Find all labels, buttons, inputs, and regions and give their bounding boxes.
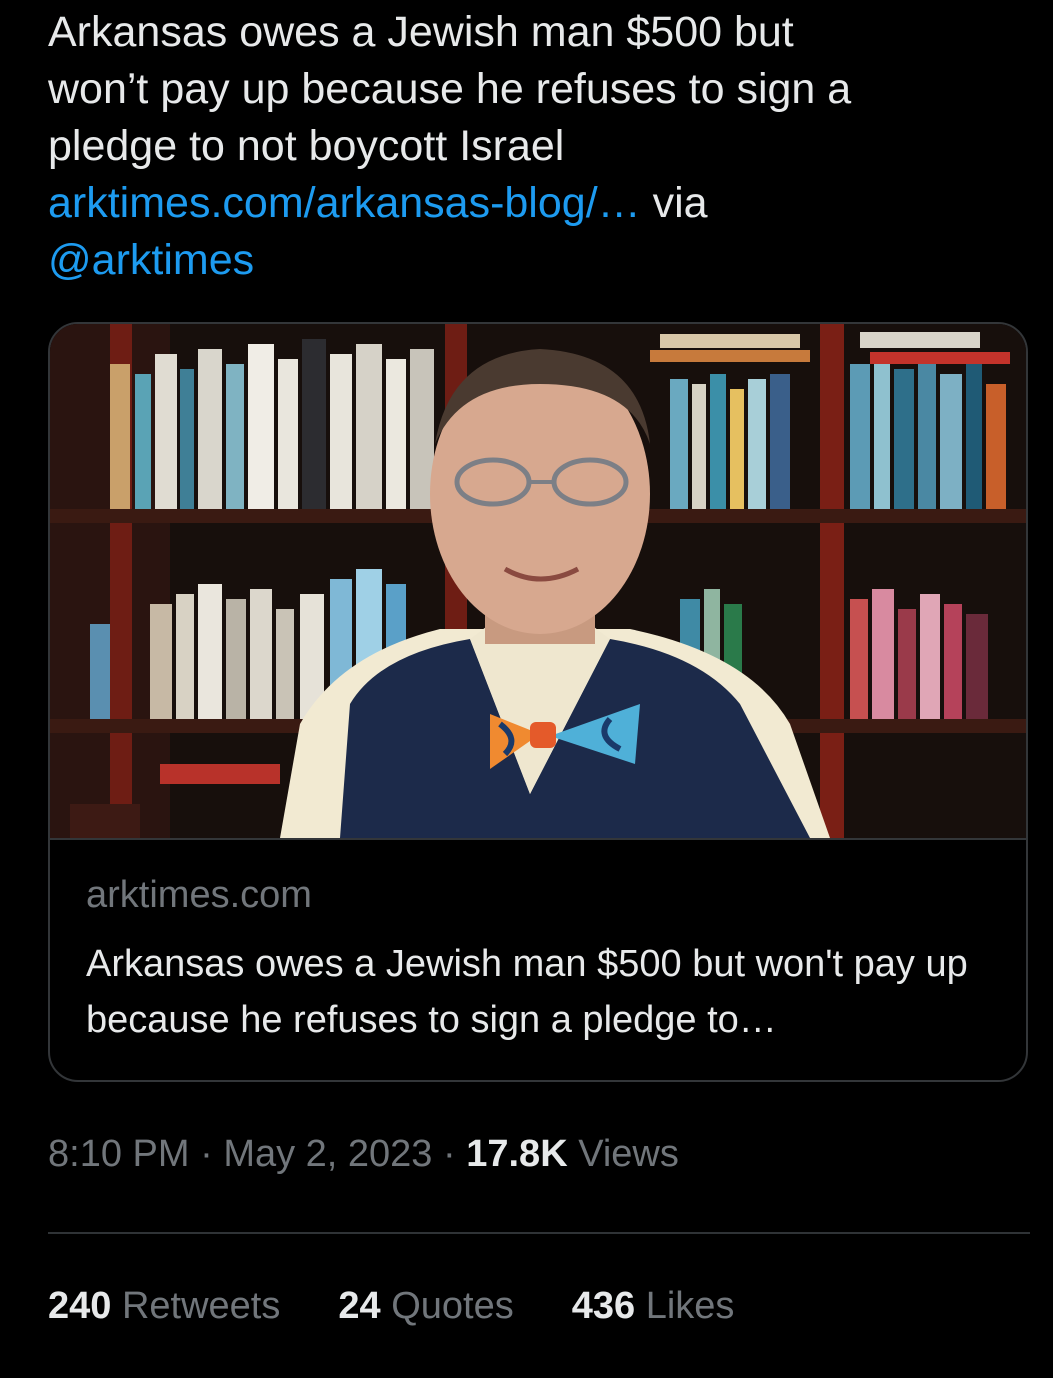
tweet-text-line: Arkansas owes a Jewish man $500 but: [48, 8, 794, 56]
link-card[interactable]: arktimes.com Arkansas owes a Jewish man …: [48, 322, 1028, 1082]
tweet-mention-line: @arktimes: [48, 232, 1008, 289]
tweet-meta: 8:10 PM · May 2, 2023 · 17.8K Views: [48, 1133, 679, 1176]
retweets-stat[interactable]: 240 Retweets: [48, 1285, 280, 1328]
likes-stat[interactable]: 436 Likes: [572, 1285, 735, 1328]
meta-separator: ·: [189, 1133, 224, 1175]
quotes-count: 24: [338, 1285, 381, 1327]
divider: [48, 1232, 1030, 1234]
card-title: Arkansas owes a Jewish man $500 but won'…: [86, 943, 968, 1041]
mention-link[interactable]: @arktimes: [48, 236, 254, 284]
retweets-label: Retweets: [111, 1285, 281, 1327]
engagement-stats: 240 Retweets 24 Quotes 436 Likes: [48, 1285, 734, 1328]
article-link[interactable]: arktimes.com/arkansas-blog/…: [48, 179, 641, 227]
card-image[interactable]: [50, 324, 1026, 840]
views-label: Views: [567, 1133, 679, 1175]
tweet-time[interactable]: 8:10 PM: [48, 1133, 190, 1175]
card-photo-illustration: [50, 324, 1026, 838]
tweet-text: Arkansas owes a Jewish man $500 but won’…: [48, 4, 1008, 289]
quotes-stat[interactable]: 24 Quotes: [338, 1285, 513, 1328]
tweet-text-line: won’t pay up because he refuses to sign …: [48, 65, 852, 113]
card-domain: arktimes.com: [86, 874, 312, 916]
views-count: 17.8K: [466, 1133, 568, 1175]
retweets-count: 240: [48, 1285, 112, 1327]
likes-count: 436: [571, 1285, 636, 1327]
likes-label: Likes: [635, 1285, 735, 1327]
tweet-link-line: arktimes.com/arkansas-blog/… via: [48, 175, 1008, 232]
tweet-date[interactable]: May 2, 2023: [223, 1133, 432, 1175]
quotes-label: Quotes: [380, 1285, 514, 1327]
tweet-text-line: pledge to not boycott Israel: [48, 122, 565, 170]
meta-separator: ·: [432, 1133, 467, 1175]
via-text: via: [640, 179, 708, 227]
